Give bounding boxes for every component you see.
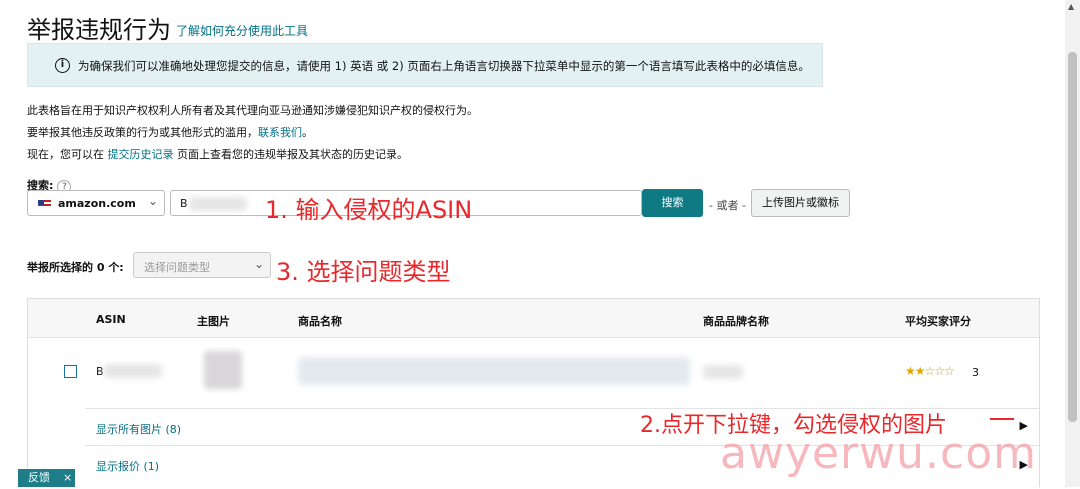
col-brand-name: 商品品牌名称 — [703, 315, 769, 328]
table-header: ASIN 主图片 商品名称 商品品牌名称 平均买家评分 — [28, 299, 1039, 338]
col-main-image: 主图片 — [197, 315, 230, 328]
redacted-asin — [104, 364, 162, 378]
vertical-scrollbar[interactable]: ▲ — [1065, 0, 1080, 487]
submission-history-link[interactable]: 提交历史记录 — [108, 148, 174, 161]
info-text: 为确保我们可以准确地处理您提交的信息，请使用 1) 英语 或 2) 页面右上角语… — [78, 59, 810, 73]
search-button[interactable]: 搜索 — [642, 189, 703, 217]
watermark: awyerwu.com — [720, 428, 1037, 479]
scroll-up-icon[interactable]: ▲ — [1068, 2, 1074, 11]
info-banner: i 为确保我们可以准确地处理您提交的信息，请使用 1) 英语 或 2) 页面右上… — [27, 43, 823, 87]
annotation-step-1: 1. 输入侵权的ASIN — [265, 196, 473, 224]
intro-line-2: 要举报其他违反政策的行为或其他形式的滥用，联系我们。 — [27, 126, 313, 139]
col-asin: ASIN — [96, 313, 126, 326]
redacted-product-name — [298, 357, 690, 385]
col-avg-rating: 平均买家评分 — [905, 315, 971, 328]
row-select-checkbox[interactable] — [64, 365, 77, 378]
info-icon: i — [55, 58, 70, 73]
search-input-value: B — [180, 197, 188, 210]
or-separator: - 或者 - — [709, 199, 746, 212]
intro-line-1: 此表格旨在用于知识产权权利人所有者及其代理向亚马逊通知涉嫌侵犯知识产权的侵权行为… — [27, 104, 478, 117]
upload-image-button[interactable]: 上传图片或徽标 — [751, 189, 850, 217]
chevron-down-icon: ⌄ — [253, 257, 264, 271]
show-images-link[interactable]: 显示所有图片 (8) — [96, 421, 181, 437]
annotation-step-3: 3. 选择问题类型 — [276, 258, 451, 286]
scrollbar-thumb[interactable] — [1068, 52, 1077, 422]
report-selected-label: 举报所选择的 0 个: — [27, 261, 124, 274]
row-asin: B — [96, 365, 104, 378]
page-title: 举报违规行为 — [27, 16, 171, 44]
feedback-label: 反馈 — [28, 471, 50, 484]
issue-type-select[interactable]: 选择问题类型 ⌄ — [133, 252, 271, 278]
annotation-arrow-icon — [990, 418, 1014, 420]
issue-type-placeholder: 选择问题类型 — [144, 261, 210, 274]
close-icon[interactable]: × — [63, 469, 72, 487]
intro-line-3: 现在，您可以在 提交历史记录 页面上查看您的违规举报及其状态的历史记录。 — [27, 148, 408, 161]
feedback-button[interactable]: 反馈 × — [18, 469, 75, 487]
rating-count: 3 — [972, 366, 979, 379]
contact-us-link[interactable]: 联系我们 — [258, 126, 302, 139]
show-offers-link[interactable]: 显示报价 (1) — [96, 458, 159, 474]
marketplace-select[interactable]: amazon.com ⌄ — [27, 190, 165, 216]
product-thumbnail[interactable] — [204, 351, 242, 389]
col-product-name: 商品名称 — [298, 315, 342, 328]
marketplace-value: amazon.com — [58, 197, 136, 210]
us-flag-icon — [38, 200, 51, 208]
redacted-brand-name — [703, 365, 743, 379]
chevron-down-icon: ⌄ — [147, 194, 158, 208]
redacted-asin — [189, 197, 247, 211]
star-rating: ★★☆☆☆ — [905, 364, 955, 378]
help-link[interactable]: 了解如何充分使用此工具 — [176, 22, 308, 39]
